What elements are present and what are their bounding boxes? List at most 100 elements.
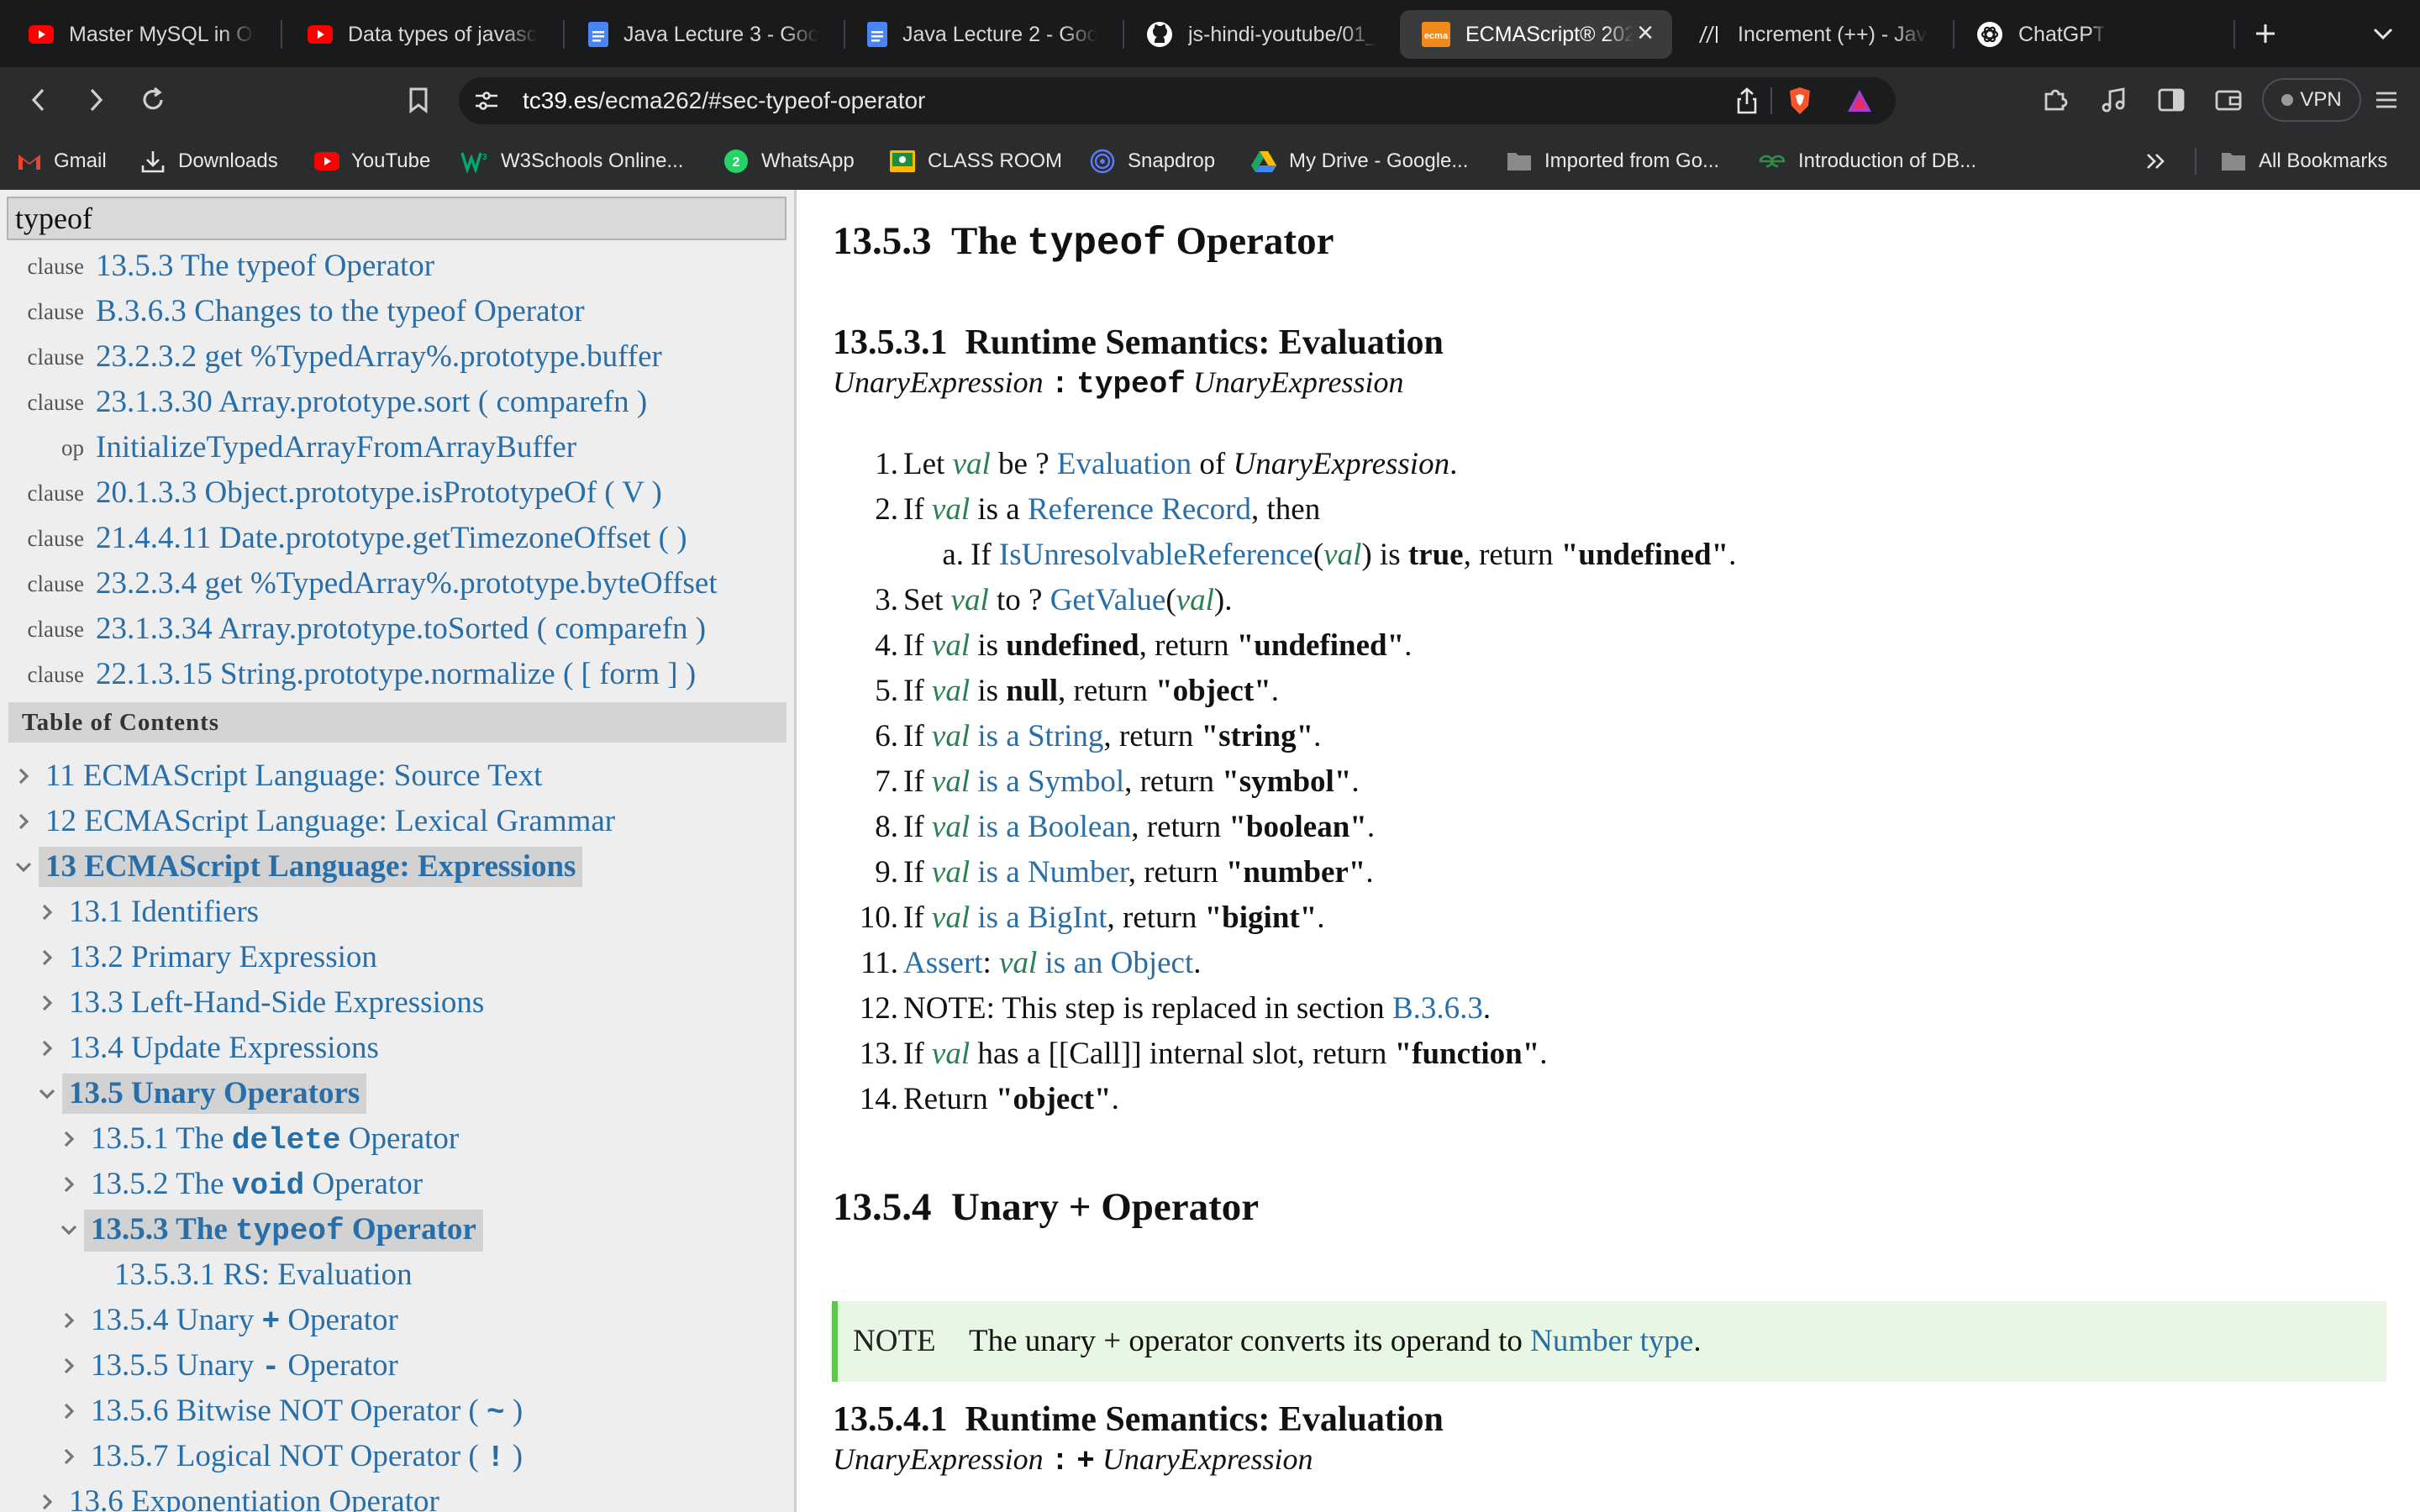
forward-icon[interactable] — [74, 78, 118, 122]
extensions-icon[interactable] — [2033, 78, 2077, 122]
chevron-right-icon[interactable] — [57, 1299, 81, 1342]
step-variable: val — [931, 855, 971, 890]
step-text: to ? — [988, 583, 1050, 617]
site-settings-icon[interactable] — [474, 89, 499, 117]
close-icon[interactable]: × — [1637, 17, 1654, 50]
step-link[interactable]: Evaluation — [1057, 447, 1192, 481]
number-type-link[interactable]: Number type — [1530, 1324, 1693, 1358]
bookmark-snapdrop[interactable]: Snapdrop — [1089, 144, 1215, 178]
bookmark-classroom[interactable]: CLASS ROOM — [889, 144, 1062, 178]
note-box: NOTE The unary + operator converts its o… — [832, 1301, 2386, 1382]
chevron-right-icon[interactable] — [35, 890, 59, 934]
chevron-right-icon[interactable] — [35, 936, 59, 979]
brave-rewards-icon[interactable] — [1845, 87, 1874, 118]
chevron-right-icon[interactable] — [12, 800, 35, 843]
new-tab-icon[interactable] — [2244, 12, 2287, 55]
grammar-sep: : — [1050, 1444, 1070, 1478]
tab-5-active[interactable]: ecma ECMAScript® 2024 × — [1400, 10, 1672, 59]
step-link[interactable]: is a Number — [970, 855, 1128, 890]
chevron-right-icon[interactable] — [57, 1117, 81, 1161]
search-result[interactable]: clause B.3.6.3 Changes to the typeof Oper… — [0, 289, 794, 334]
step-link[interactable]: GetValue — [1050, 583, 1166, 617]
search-result[interactable]: clause 13.5.3 The typeof Operator — [0, 244, 794, 289]
grammar-production: UnaryExpression : typeof UnaryExpression — [833, 365, 1404, 402]
bookmark-imported-folder[interactable]: Imported from Go... — [1506, 144, 1719, 178]
chevron-right-icon[interactable] — [12, 754, 35, 798]
step-text: . — [1313, 719, 1322, 753]
reload-icon[interactable] — [131, 78, 175, 122]
tab-3[interactable]: Java Lecture 2 - Google Docs — [845, 10, 1119, 59]
step-text: If — [903, 764, 932, 799]
step-link[interactable]: is a String — [970, 719, 1103, 753]
search-result[interactable]: clause 23.1.3.34 Array.prototype.toSorted… — [0, 606, 794, 652]
step-link[interactable]: is an Object — [1037, 946, 1194, 980]
search-result[interactable]: clause 20.1.3.3 Object.prototype.isProtot… — [0, 470, 794, 516]
search-result[interactable]: op InitializeTypedArrayFromArrayBuffer — [0, 425, 794, 470]
chevron-right-icon[interactable] — [57, 1389, 81, 1433]
grammar-rhs: UnaryExpression — [1102, 1442, 1313, 1476]
bookmark-youtube[interactable]: YouTube — [314, 144, 430, 178]
chevron-right-icon[interactable] — [57, 1435, 81, 1478]
result-kind: op — [61, 435, 84, 460]
chevron-down-icon[interactable] — [57, 1208, 81, 1252]
toc-label-post: ) — [504, 1439, 523, 1473]
youtube-icon — [29, 25, 54, 44]
step-number: 5. — [875, 674, 898, 708]
chevron-right-icon[interactable] — [35, 1480, 59, 1512]
wallet-icon[interactable] — [2207, 78, 2250, 122]
search-result[interactable]: clause 23.2.3.2 get %TypedArray%.prototyp… — [0, 334, 794, 380]
tab-separator — [281, 20, 282, 49]
chevron-right-icon[interactable] — [57, 1163, 81, 1206]
brave-shields-icon[interactable] — [1786, 86, 1813, 120]
result-title: 20.1.3.3 Object.prototype.isPrototypeOf … — [96, 475, 662, 510]
chevron-right-icon[interactable] — [35, 1026, 59, 1070]
back-icon[interactable] — [17, 78, 60, 122]
bookmark-icon[interactable] — [397, 78, 440, 122]
chevron-right-icon[interactable] — [57, 1344, 81, 1388]
menu-icon[interactable] — [2365, 78, 2408, 122]
toc-label-code: typeof — [235, 1214, 345, 1248]
tab-list-chevron-icon[interactable] — [2361, 12, 2405, 55]
tab-6[interactable]: Increment (++) - JavaScript — [1676, 10, 1949, 59]
search-result[interactable]: clause 21.4.4.11 Date.prototype.getTimezo… — [0, 516, 794, 561]
chevron-down-icon[interactable] — [12, 845, 35, 889]
grammar-rhs: UnaryExpression — [1192, 365, 1404, 399]
tab-4[interactable]: js-hindi-youtube/01_ — [1124, 10, 1398, 59]
step-link[interactable]: Assert — [903, 946, 983, 980]
step-link[interactable]: is a Boolean — [970, 810, 1131, 844]
vpn-button[interactable]: VPN — [2262, 78, 2361, 122]
tab-1[interactable]: Data types of javascript — [286, 10, 560, 59]
spec-search-input[interactable] — [8, 198, 785, 239]
note-text-pre: The unary + operator converts its operan… — [969, 1324, 1531, 1358]
all-bookmarks[interactable]: All Bookmarks — [2220, 144, 2387, 178]
bookmarks-overflow-icon[interactable] — [2134, 139, 2178, 183]
tab-0[interactable]: Master MySQL in ONE — [7, 10, 277, 59]
media-controls-icon[interactable] — [2092, 78, 2136, 122]
bookmark-whatsapp[interactable]: 2 WhatsApp — [723, 144, 855, 178]
grammar-production: UnaryExpression : + UnaryExpression — [833, 1441, 1313, 1478]
chevron-right-icon[interactable] — [35, 981, 59, 1025]
bookmark-downloads[interactable]: Downloads — [139, 144, 278, 178]
chevron-down-icon[interactable] — [35, 1072, 59, 1116]
address-bar[interactable]: tc39.es/ecma262/#sec-typeof-operator — [459, 77, 1896, 124]
sidebar-toggle-icon[interactable] — [2149, 78, 2193, 122]
tab-2[interactable]: Java Lecture 3 - Google Docs — [566, 10, 840, 59]
search-result[interactable]: clause 23.1.3.30 Array.prototype.sort ( c… — [0, 380, 794, 425]
step-link[interactable]: is a BigInt — [970, 900, 1107, 935]
step-link[interactable]: Reference Record — [1028, 492, 1251, 527]
search-result[interactable]: clause 22.1.3.15 String.prototype.normali… — [0, 652, 794, 697]
step-literal: "number" — [1225, 855, 1366, 890]
search-result[interactable]: clause 23.2.3.4 get %TypedArray%.prototyp… — [0, 561, 794, 606]
bookmark-w3schools[interactable]: 3 W3Schools Online... — [460, 144, 683, 178]
bookmark-gmail[interactable]: Gmail — [17, 144, 107, 178]
step-link[interactable]: is a Symbol — [970, 764, 1124, 799]
spec-search-field[interactable] — [7, 197, 786, 240]
step-text: If — [903, 900, 932, 935]
bookmark-dbms[interactable]: Introduction of DB... — [1758, 144, 1976, 178]
share-icon[interactable] — [1734, 87, 1760, 119]
bookmark-my-drive[interactable]: My Drive - Google... — [1250, 144, 1468, 178]
step-link[interactable]: B.3.6.3 — [1392, 991, 1483, 1026]
step-link[interactable]: IsUnresolvableReference — [999, 538, 1313, 572]
tab-7[interactable]: ChatGPT — [1954, 10, 2215, 59]
url-text[interactable]: tc39.es/ecma262/#sec-typeof-operator — [523, 77, 925, 124]
